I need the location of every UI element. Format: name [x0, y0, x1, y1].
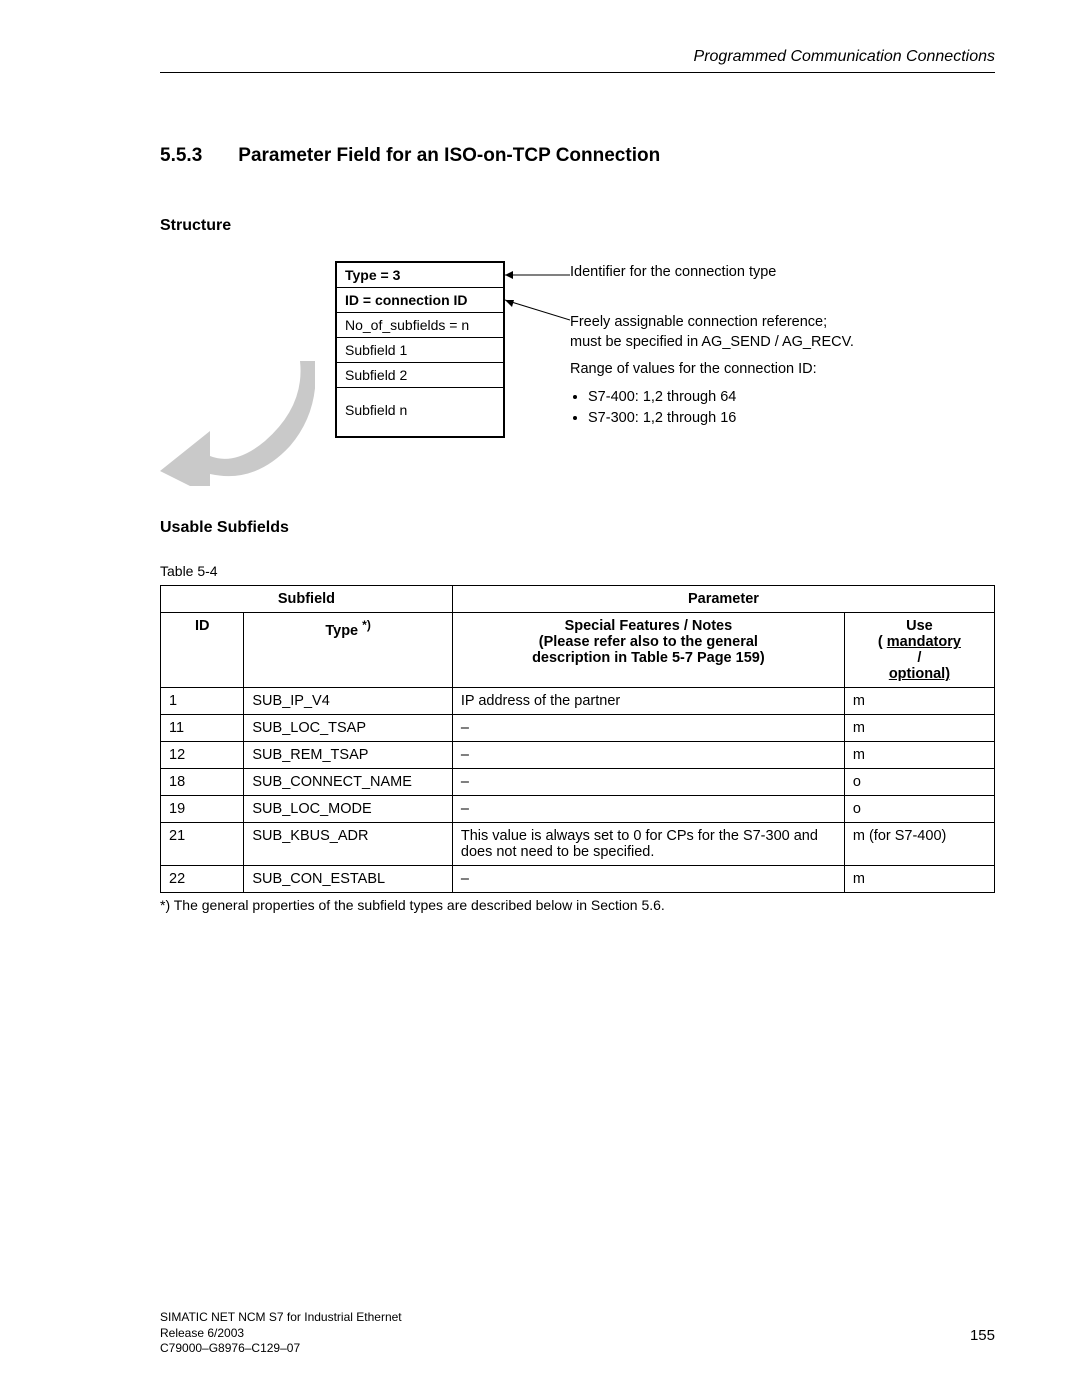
- cell-use: o: [844, 769, 994, 796]
- page-footer: SIMATIC NET NCM S7 for Industrial Ethern…: [160, 1310, 995, 1357]
- structure-table: Type = 3 ID = connection ID No_of_subfie…: [335, 261, 505, 438]
- cell-id: 18: [161, 769, 244, 796]
- annotation-range-head: Range of values for the connection ID:: [570, 360, 854, 380]
- th-subfield-group: Subfield: [161, 586, 453, 613]
- th-notes-l1: Special Features / Notes: [461, 618, 836, 634]
- page-number: 155: [970, 1326, 995, 1346]
- cell-use: o: [844, 796, 994, 823]
- struct-row-type: Type = 3: [337, 263, 503, 288]
- structure-subhead: Structure: [160, 217, 995, 235]
- range-item-2: S7-300: 1,2 through 16: [588, 409, 854, 429]
- section-title-text: Parameter Field for an ISO-on-TCP Connec…: [238, 145, 660, 167]
- th-parameter-group: Parameter: [452, 586, 994, 613]
- footer-line-2: Release 6/2003: [160, 1326, 995, 1342]
- section-number: 5.5.3: [160, 145, 202, 167]
- cell-use: m: [844, 715, 994, 742]
- cell-notes: –: [452, 796, 844, 823]
- table-footnote: *) The general properties of the subfiel…: [160, 897, 995, 913]
- cell-id: 22: [161, 866, 244, 893]
- th-use-mandatory: ( mandatory: [853, 634, 986, 650]
- cell-id: 11: [161, 715, 244, 742]
- table-row: 12SUB_REM_TSAP–m: [161, 742, 995, 769]
- usable-subfields-subhead: Usable Subfields: [160, 519, 995, 537]
- cell-type: SUB_REM_TSAP: [244, 742, 453, 769]
- cell-type: SUB_CON_ESTABL: [244, 866, 453, 893]
- th-id: ID: [161, 613, 244, 688]
- th-use-optional: optional): [853, 666, 986, 682]
- table-row: 21SUB_KBUS_ADRThis value is always set t…: [161, 823, 995, 866]
- table-row: 1SUB_IP_V4IP address of the partnerm: [161, 688, 995, 715]
- th-type-text: Type: [325, 623, 358, 639]
- th-use: Use ( mandatory / optional): [844, 613, 994, 688]
- cell-type: SUB_LOC_MODE: [244, 796, 453, 823]
- struct-row-subn: Subfield n: [337, 388, 503, 436]
- cell-id: 12: [161, 742, 244, 769]
- annotation-id-line2: must be specified in AG_SEND / AG_RECV.: [570, 333, 854, 353]
- cell-use: m: [844, 688, 994, 715]
- th-notes: Special Features / Notes (Please refer a…: [452, 613, 844, 688]
- cell-id: 19: [161, 796, 244, 823]
- footer-line-1: SIMATIC NET NCM S7 for Industrial Ethern…: [160, 1310, 995, 1326]
- cell-id: 21: [161, 823, 244, 866]
- cell-notes: This value is always set to 0 for CPs fo…: [452, 823, 844, 866]
- section-heading: 5.5.3 Parameter Field for an ISO-on-TCP …: [160, 145, 995, 167]
- table-row: 18SUB_CONNECT_NAME–o: [161, 769, 995, 796]
- th-type-sup: *): [362, 618, 371, 632]
- th-use-slash: /: [853, 650, 986, 666]
- th-optional-underline: optional): [889, 666, 950, 682]
- footer-line-3: C79000–G8976–C129–07: [160, 1341, 995, 1357]
- range-item-1: S7-400: 1,2 through 64: [588, 388, 854, 408]
- subfields-table: Subfield Parameter ID Type *) Special Fe…: [160, 585, 995, 893]
- cell-notes: –: [452, 866, 844, 893]
- struct-row-sub2: Subfield 2: [337, 363, 503, 388]
- annotation-type: Identifier for the connection type: [570, 263, 776, 283]
- table-row: 19SUB_LOC_MODE–o: [161, 796, 995, 823]
- cell-type: SUB_LOC_TSAP: [244, 715, 453, 742]
- cell-notes: –: [452, 715, 844, 742]
- table-row: 22SUB_CON_ESTABL–m: [161, 866, 995, 893]
- cell-type: SUB_KBUS_ADR: [244, 823, 453, 866]
- struct-row-nsub: No_of_subfields = n: [337, 313, 503, 338]
- table-caption: Table 5-4: [160, 563, 995, 579]
- cell-id: 1: [161, 688, 244, 715]
- cell-notes: –: [452, 742, 844, 769]
- annotation-id: Freely assignable connection reference; …: [570, 313, 854, 431]
- cell-type: SUB_CONNECT_NAME: [244, 769, 453, 796]
- curved-arrow-icon: [155, 356, 315, 486]
- struct-row-sub1: Subfield 1: [337, 338, 503, 363]
- cell-use: m: [844, 866, 994, 893]
- cell-notes: IP address of the partner: [452, 688, 844, 715]
- cell-type: SUB_IP_V4: [244, 688, 453, 715]
- annotation-id-line1: Freely assignable connection reference;: [570, 313, 854, 333]
- pointer-line-2: [505, 296, 570, 326]
- running-header: Programmed Communication Connections: [160, 48, 995, 73]
- th-type: Type *): [244, 613, 453, 688]
- pointer-line-1: [505, 269, 570, 281]
- th-use-text: Use: [853, 618, 986, 634]
- table-row: 11SUB_LOC_TSAP–m: [161, 715, 995, 742]
- th-notes-l2: (Please refer also to the general: [461, 634, 836, 650]
- th-notes-l3: description in Table 5-7 Page 159): [461, 650, 836, 666]
- th-mandatory-underline: mandatory: [887, 634, 961, 650]
- cell-use: m (for S7-400): [844, 823, 994, 866]
- cell-notes: –: [452, 769, 844, 796]
- struct-row-id: ID = connection ID: [337, 288, 503, 313]
- cell-use: m: [844, 742, 994, 769]
